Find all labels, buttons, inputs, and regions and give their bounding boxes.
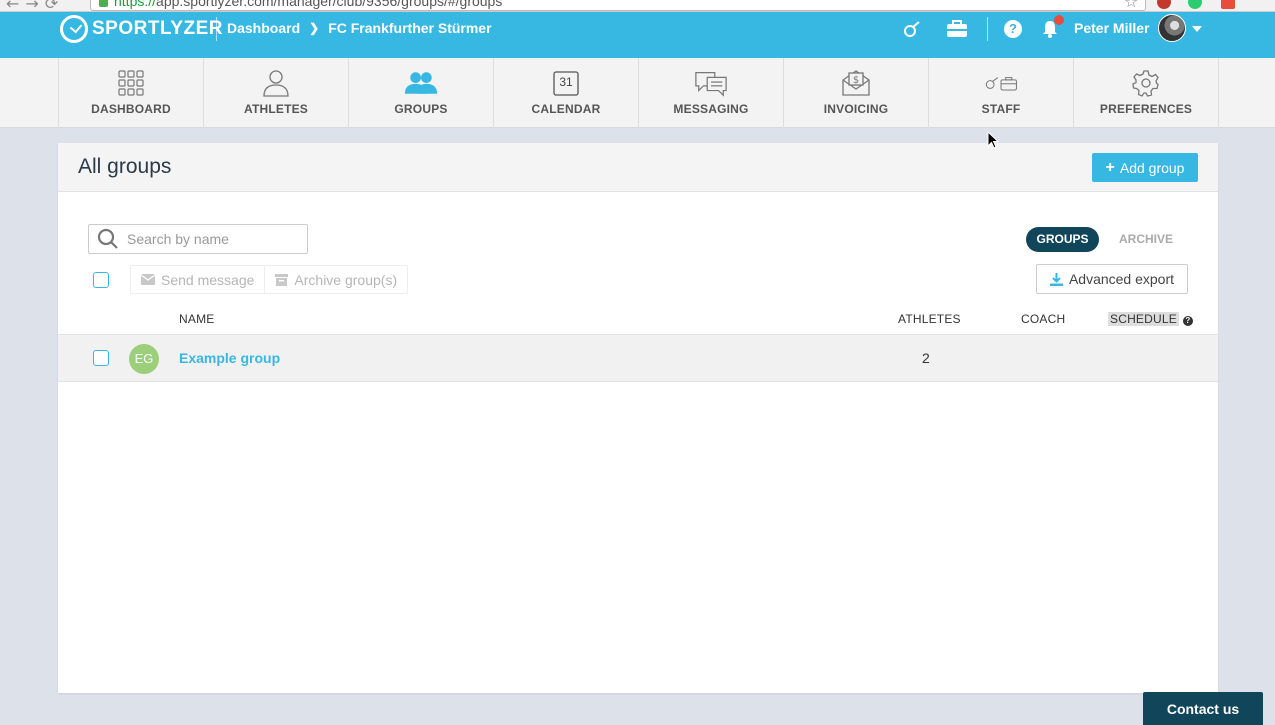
schedule-help-icon[interactable]: ?	[1182, 316, 1193, 326]
nav-label: GROUPS	[394, 102, 448, 116]
bell-icon[interactable]	[1039, 15, 1064, 40]
mouse-cursor-icon	[987, 131, 999, 149]
column-header-athletes[interactable]: ATHLETES	[898, 312, 961, 326]
staff-icon	[984, 68, 1018, 98]
groups-panel: All groups + Add group GROUPS ARCHIVE Se…	[58, 143, 1218, 693]
url-path: app.sportlyzer.com/manager/club/9356/gro…	[156, 0, 503, 9]
row-checkbox[interactable]	[93, 350, 109, 366]
extension-icon[interactable]	[1188, 0, 1202, 9]
search-input[interactable]	[127, 231, 297, 247]
advanced-export-button[interactable]: Advanced export	[1036, 264, 1188, 294]
search-box[interactable]	[88, 224, 308, 254]
table-row[interactable]: EG Example group 2	[58, 334, 1218, 382]
browser-toolbar: ←→⟳ https://app.sportlyzer.com/manager/c…	[0, 0, 1275, 12]
page-title: All groups	[78, 155, 172, 178]
contact-us-button[interactable]: Contact us	[1143, 692, 1263, 725]
grid-icon	[114, 68, 148, 98]
invoice-icon: $	[839, 68, 873, 98]
tab-groups[interactable]: GROUPS	[1026, 227, 1099, 252]
nav-invoicing[interactable]: $ INVOICING	[784, 58, 929, 128]
header-divider	[987, 17, 988, 41]
sportlyzer-logo[interactable]: SPORTLYZER	[60, 15, 223, 43]
url-scheme: https://	[114, 0, 157, 9]
nav-messaging[interactable]: MESSAGING	[639, 58, 784, 128]
select-all-checkbox[interactable]	[93, 272, 109, 288]
user-name[interactable]: Peter Miller	[1074, 20, 1149, 36]
extension-icon[interactable]	[1157, 0, 1171, 9]
send-message-button[interactable]: Send message	[131, 266, 264, 293]
panel-header: All groups + Add group	[58, 143, 1218, 192]
archive-groups-label: Archive group(s)	[294, 271, 398, 288]
nav-label: DASHBOARD	[91, 102, 171, 116]
help-icon[interactable]: ?	[1002, 18, 1024, 40]
address-bar[interactable]: https://app.sportlyzer.com/manager/club/…	[90, 0, 1146, 11]
group-athletes-count: 2	[922, 350, 930, 366]
whistle-icon[interactable]	[901, 18, 923, 40]
nav-label: MESSAGING	[673, 102, 749, 116]
bookmark-star-icon[interactable]: ☆	[1124, 0, 1138, 11]
nav-label: CALENDAR	[531, 102, 601, 116]
send-message-label: Send message	[161, 271, 255, 288]
logo-mark-icon	[60, 15, 88, 43]
app-header: SPORTLYZER Dashboard ❯ FC Frankfurther S…	[0, 12, 1275, 58]
search-icon	[97, 228, 118, 249]
people-icon	[404, 68, 438, 98]
person-icon	[259, 68, 293, 98]
nav-preferences[interactable]: PREFERENCES	[1074, 58, 1219, 128]
nav-staff[interactable]: STAFF	[929, 58, 1074, 128]
nav-label: ATHLETES	[243, 102, 309, 116]
archive-groups-button[interactable]: Archive group(s)	[264, 266, 407, 293]
nav-dashboard[interactable]: DASHBOARD	[59, 58, 204, 128]
notification-badge	[1054, 15, 1064, 25]
column-header-name[interactable]: NAME	[179, 312, 214, 326]
archive-icon	[275, 273, 289, 286]
plus-icon: +	[1105, 158, 1115, 176]
breadcrumb-club[interactable]: FC Frankfurther Stürmer	[328, 20, 491, 36]
user-menu-caret-icon[interactable]	[1192, 26, 1202, 32]
nav-groups[interactable]: GROUPS	[349, 58, 494, 128]
nav-label: PREFERENCES	[1099, 102, 1193, 116]
breadcrumb-separator-icon: ❯	[309, 21, 320, 35]
nav-label: INVOICING	[823, 102, 889, 116]
tab-archive[interactable]: ARCHIVE	[1111, 227, 1181, 252]
browser-nav-icons[interactable]: ←→⟳	[6, 0, 64, 11]
advanced-export-label: Advanced export	[1068, 271, 1175, 287]
envelope-icon	[141, 274, 155, 285]
chat-icon	[694, 68, 728, 98]
header-divider	[216, 17, 217, 41]
briefcase-icon[interactable]	[946, 18, 968, 40]
lock-icon	[99, 0, 108, 7]
bulk-actions: Send message Archive group(s)	[130, 265, 409, 294]
group-avatar: EG	[129, 344, 159, 374]
download-icon	[1049, 272, 1063, 286]
gear-icon	[1129, 68, 1163, 98]
calendar-icon: 31	[549, 68, 583, 98]
add-group-button[interactable]: + Add group	[1092, 153, 1198, 182]
extension-icon[interactable]	[1221, 0, 1235, 9]
nav-label: STAFF	[981, 102, 1021, 116]
column-header-schedule[interactable]: SCHEDULE	[1108, 312, 1179, 326]
svg-text:$: $	[853, 75, 859, 86]
add-group-label: Add group	[1119, 159, 1185, 176]
breadcrumb-dashboard[interactable]: Dashboard	[227, 20, 300, 36]
breadcrumb: Dashboard ❯ FC Frankfurther Stürmer	[227, 20, 492, 36]
column-header-schedule-wrap: SCHEDULE?	[1108, 312, 1193, 326]
logo-text: SPORTLYZER	[92, 18, 223, 39]
column-header-coach[interactable]: COACH	[1021, 312, 1065, 326]
group-name-link[interactable]: Example group	[179, 350, 280, 366]
main-navigation: DASHBOARD ATHLETES GROUPS 31 CALENDAR ME…	[0, 58, 1275, 128]
nav-athletes[interactable]: ATHLETES	[204, 58, 349, 128]
calendar-day: 31	[559, 75, 573, 89]
user-avatar[interactable]	[1158, 14, 1186, 42]
nav-calendar[interactable]: 31 CALENDAR	[494, 58, 639, 128]
